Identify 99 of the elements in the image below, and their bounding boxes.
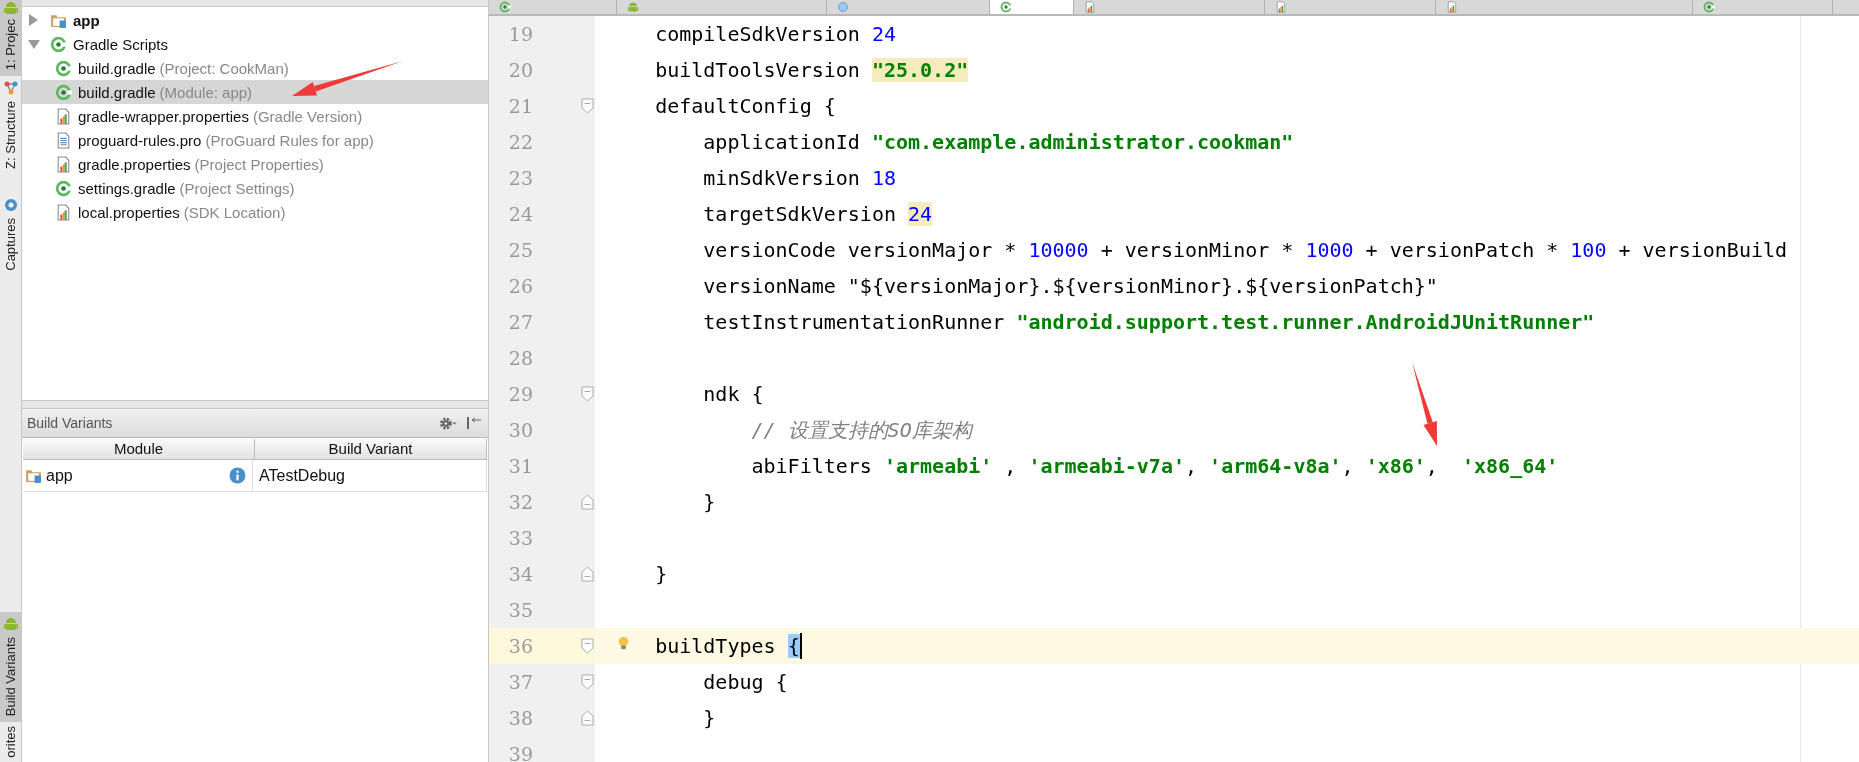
structure-icon xyxy=(2,80,19,97)
expander-icon[interactable] xyxy=(28,39,40,49)
line-number: 24 xyxy=(507,203,533,225)
android-icon xyxy=(2,0,19,16)
code-line: buildToolsVersion "25.0.2" xyxy=(654,57,969,83)
tree-item-label[interactable]: Gradle Scripts xyxy=(73,35,169,53)
code-line: defaultConfig { xyxy=(654,93,836,119)
gradle-ring-icon xyxy=(50,35,67,53)
code-line: ndk { xyxy=(702,381,764,407)
tool-window-tab[interactable]: Build Variants xyxy=(0,611,21,722)
bar-chart-file-icon xyxy=(55,155,72,173)
line-number: 30 xyxy=(507,419,533,441)
tree-item-label[interactable]: build.gradle xyxy=(78,83,156,101)
gradle-ring-icon xyxy=(55,59,72,77)
tree-item-label[interactable]: gradle.properties xyxy=(78,155,191,173)
column-header: Module xyxy=(23,439,255,459)
code-line: debug { xyxy=(702,669,788,695)
fold-marker-icon[interactable] xyxy=(581,98,594,114)
tree-item-hint: (Gradle Version) xyxy=(252,107,363,125)
tree-item-label[interactable]: proguard-rules.pro xyxy=(78,131,202,149)
tree-item-label[interactable]: gradle-wrapper.properties xyxy=(78,107,249,125)
editor-tab[interactable] xyxy=(990,0,1074,14)
tool-window-tab[interactable]: Captures xyxy=(0,193,21,277)
tree-item-hint: (Module: app) xyxy=(159,83,253,101)
line-number: 21 xyxy=(507,95,533,117)
tool-window-tab[interactable]: 1: Projec xyxy=(0,0,21,77)
fold-marker-icon[interactable] xyxy=(581,710,594,726)
code-line: } xyxy=(702,489,716,515)
line-number: 28 xyxy=(507,347,533,369)
line-number: 23 xyxy=(507,167,533,189)
gradle-ring-icon xyxy=(55,179,72,197)
line-number: 38 xyxy=(507,707,533,729)
info-icon xyxy=(229,467,246,484)
line-number: 31 xyxy=(507,455,533,477)
fold-marker-icon[interactable] xyxy=(581,386,594,402)
circle-icon xyxy=(837,1,849,13)
gradle-ring-icon xyxy=(1000,1,1012,13)
code-line: abiFilters 'armeabi' , 'armeabi-v7a', 'arm64-v8a', 'x86', 'x86_64' xyxy=(750,453,1559,479)
bar-chart-file-icon xyxy=(1446,1,1458,13)
hide-panel-icon[interactable] xyxy=(466,415,482,431)
fold-marker-icon[interactable] xyxy=(581,494,594,510)
code-line: targetSdkVersion 24 xyxy=(702,201,933,227)
android-icon xyxy=(2,615,19,632)
gradle-ring-icon xyxy=(1703,1,1715,13)
code-line: applicationId "com.example.administrator.cookman" xyxy=(702,129,1294,155)
fold-marker-icon[interactable] xyxy=(581,674,594,690)
tree-item-label[interactable]: settings.gradle xyxy=(78,179,176,197)
tool-window-tab[interactable]: orites xyxy=(0,722,21,762)
lightbulb-icon[interactable] xyxy=(616,635,631,652)
gradle-ring-icon xyxy=(499,1,511,13)
android-icon xyxy=(627,1,639,13)
tree-item-label[interactable]: build.gradle xyxy=(78,59,156,77)
bar-chart-file-icon xyxy=(1275,1,1287,13)
code-line: buildTypes { xyxy=(654,633,802,659)
tree-item-hint: (SDK Location) xyxy=(183,203,286,221)
code-line: // 设置支持的SO库架构 xyxy=(750,417,972,443)
line-number: 22 xyxy=(507,131,533,153)
module-folder-icon xyxy=(25,467,42,484)
line-number: 19 xyxy=(507,23,533,45)
code-line: testInstrumentationRunner "android.support.test.runner.AndroidJUnitRunner" xyxy=(702,309,1595,335)
tree-item-hint: (Project: CookMan) xyxy=(159,59,289,77)
line-number: 26 xyxy=(507,275,533,297)
line-number: 32 xyxy=(507,491,533,513)
line-number: 36 xyxy=(507,635,533,657)
splitter-bar[interactable] xyxy=(22,401,488,409)
fold-marker-icon[interactable] xyxy=(581,638,594,654)
bar-chart-file-icon xyxy=(1084,1,1096,13)
code-line: versionName "${versionMajor}.${versionMinor}.${versionPatch}" xyxy=(702,273,1438,299)
code-line: } xyxy=(654,561,668,587)
tree-item-label[interactable]: local.properties xyxy=(78,203,180,221)
line-number: 39 xyxy=(507,743,533,762)
table-cell: app xyxy=(46,466,73,485)
line-number: 37 xyxy=(507,671,533,693)
code-line: compileSdkVersion 24 xyxy=(654,21,896,47)
tree-item-hint: (ProGuard Rules for app) xyxy=(205,131,374,149)
line-number: 29 xyxy=(507,383,533,405)
table-cell[interactable]: ATestDebug xyxy=(253,460,487,491)
code-line: versionCode versionMajor * 10000 + versionMinor * 1000 + versionPatch * 100 + versionBuild xyxy=(702,237,1788,263)
text-file-icon xyxy=(55,131,72,149)
line-number: 35 xyxy=(507,599,533,621)
gradle-ring-icon xyxy=(55,83,72,101)
line-number: 20 xyxy=(507,59,533,81)
capture-icon xyxy=(2,197,19,214)
bar-chart-file-icon xyxy=(55,203,72,221)
line-number: 27 xyxy=(507,311,533,333)
tool-window-tab[interactable]: Z: Structure xyxy=(0,76,21,176)
tree-item-hint: (Project Properties) xyxy=(194,155,324,173)
code-line: } xyxy=(702,705,716,731)
column-header: Build Variant xyxy=(255,439,487,459)
bar-chart-file-icon xyxy=(55,107,72,125)
tree-item-label[interactable]: app xyxy=(73,11,100,29)
code-line: minSdkVersion 18 xyxy=(702,165,896,191)
line-number: 33 xyxy=(507,527,533,549)
tree-item-hint: (Project Settings) xyxy=(179,179,295,197)
line-number: 25 xyxy=(507,239,533,261)
expander-icon[interactable] xyxy=(29,14,38,26)
fold-marker-icon[interactable] xyxy=(581,566,594,582)
panel-title: Build Variants xyxy=(27,415,113,431)
line-number: 34 xyxy=(507,563,533,585)
